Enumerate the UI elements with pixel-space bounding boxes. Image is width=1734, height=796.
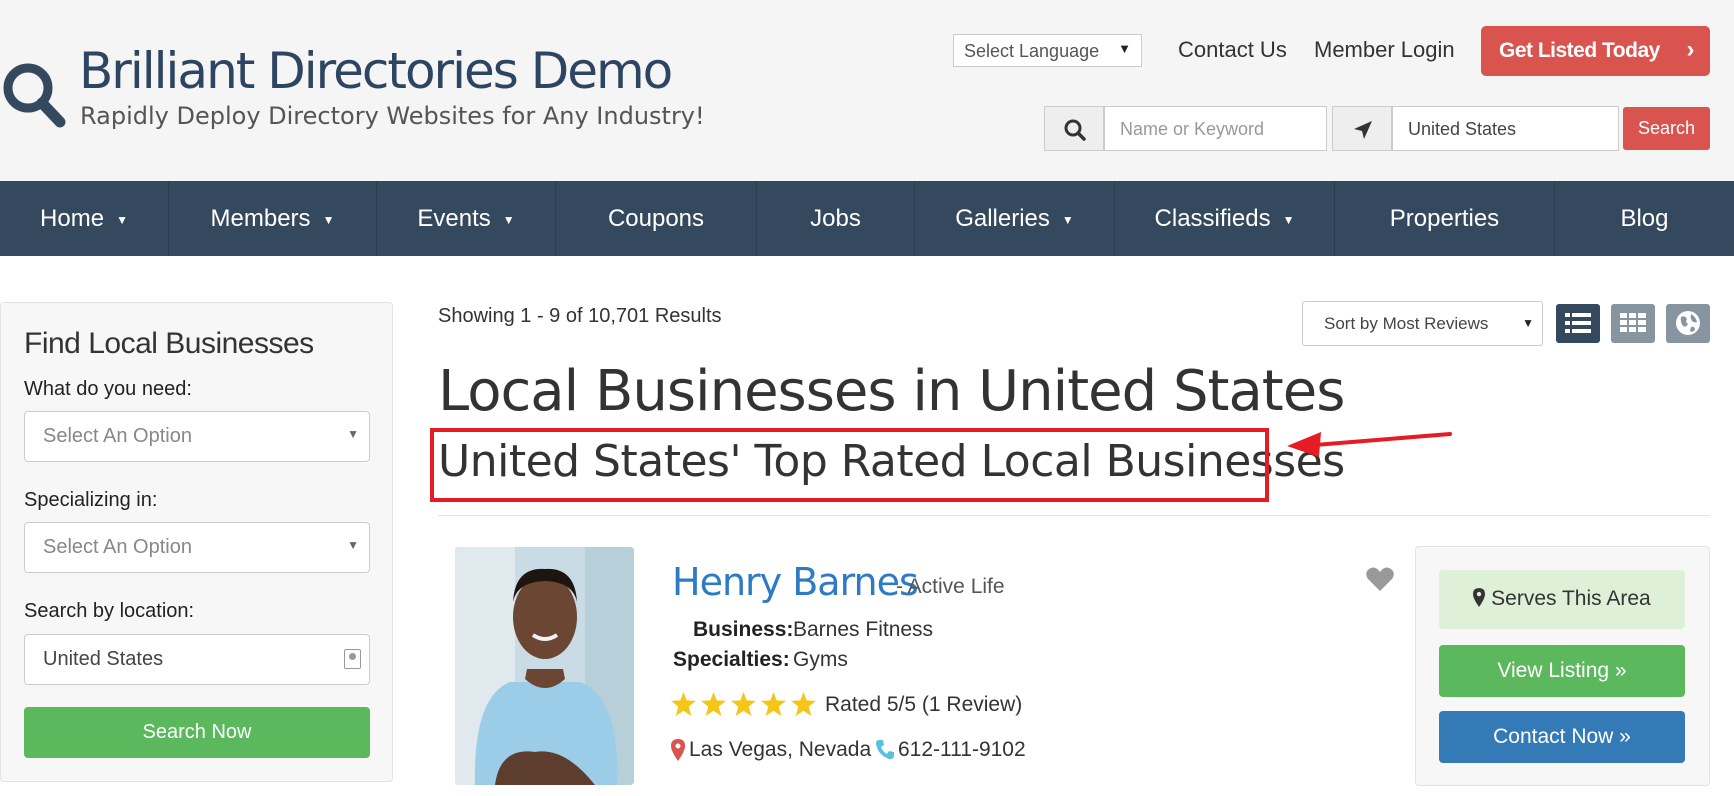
sort-select-value: Sort by Most Reviews [1324,314,1489,333]
listing-name-link[interactable]: Henry Barnes [672,560,919,604]
site-title[interactable]: Brilliant Directories Demo [79,42,673,100]
nav-item-members[interactable]: Members ▼ [169,181,377,256]
nav-item-label: Coupons [607,204,705,232]
caret-down-icon: ▼ [322,212,335,227]
contact-us-link[interactable]: Contact Us [1178,37,1287,63]
dropdown-arrow-icon: ▼ [1118,41,1131,56]
location-label: Search by location: [24,600,195,622]
map-view-button[interactable] [1666,304,1710,343]
map-marker-icon [1473,588,1486,607]
dropdown-arrow-icon: ▼ [1522,316,1534,330]
member-portrait-image [455,547,634,785]
keyword-search-addon [1044,106,1104,151]
nav-item-label: Members [210,204,311,232]
get-listed-button[interactable]: Get Listed Today › [1481,26,1710,76]
location-search-input[interactable]: United States [1392,106,1619,151]
need-select[interactable]: Select An Option ▼ [24,411,370,462]
nav-item-label: Events [417,204,491,232]
annotation-arrow-icon [1287,432,1452,457]
language-select-label: Select Language [964,41,1100,61]
grid-view-icon [1620,313,1646,332]
caret-down-icon: ▼ [1282,212,1295,227]
map-marker-icon [671,739,685,761]
site-header: Brilliant Directories Demo Rapidly Deplo… [0,0,1734,181]
search-icon [3,63,66,128]
nav-item-label: Properties [1389,204,1500,232]
nav-item-classifieds[interactable]: Classifieds ▼ [1115,181,1335,256]
contact-now-button[interactable]: Contact Now » [1439,711,1685,763]
caret-down-icon: ▼ [502,212,515,227]
sidebar-title: Find Local Businesses [24,327,314,360]
annotation-highlight-box [430,428,1269,502]
sort-select[interactable]: Sort by Most Reviews ▼ [1302,301,1543,346]
caret-down-icon: ▼ [1061,212,1074,227]
nav-item-properties[interactable]: Properties [1335,181,1555,256]
heart-icon[interactable] [1366,567,1394,591]
nav-item-coupons[interactable]: Coupons [556,181,757,256]
star-icon [761,692,786,716]
member-login-link[interactable]: Member Login [1314,37,1455,63]
location-input-value: United States [43,648,164,670]
nav-item-home[interactable]: Home ▼ [0,181,169,256]
site-tagline: Rapidly Deploy Directory Websites for An… [80,102,705,130]
star-icon [701,692,726,716]
serves-area-button[interactable]: Serves This Area [1439,570,1685,629]
specializing-select[interactable]: Select An Option ▼ [24,522,370,573]
specialties-value: Gyms [793,648,848,671]
nav-item-jobs[interactable]: Jobs [757,181,915,256]
nav-item-label: Jobs [810,204,861,232]
nav-item-blog[interactable]: Blog [1555,181,1734,256]
star-icon [671,692,696,716]
business-label: Business: [693,618,794,641]
rating-text: Rated 5/5 (1 Review) [825,693,1023,716]
grid-view-button[interactable] [1611,304,1655,343]
listing-phone[interactable]: 612-111-9102 [898,738,1026,762]
search-sidebar: Find Local Businesses What do you need: … [0,302,393,782]
location-search-addon [1332,106,1392,151]
business-value: Barnes Fitness [793,618,934,641]
listing-category: - Active Life [896,575,1005,598]
search-now-button[interactable]: Search Now [24,707,370,758]
page-heading: Local Businesses in United States [438,359,1345,424]
caret-down-icon: ▼ [116,212,128,227]
get-listed-label: Get Listed Today [1499,39,1660,62]
dropdown-arrow-icon: ▼ [347,538,359,552]
nav-item-label: Home [40,204,105,232]
nav-item-galleries[interactable]: Galleries ▼ [915,181,1115,256]
location-input[interactable]: United States [24,634,370,685]
contact-card-icon [344,649,361,669]
specialties-label: Specialties: [673,648,790,671]
chevron-right-icon: › [1686,36,1695,63]
results-count: Showing 1 - 9 of 10,701 Results [438,305,722,327]
need-select-value: Select An Option [43,425,192,447]
phone-icon [876,740,894,760]
need-label: What do you need: [24,378,192,400]
dropdown-arrow-icon: ▼ [347,427,359,441]
specializing-select-value: Select An Option [43,536,192,558]
globe-icon [1676,311,1700,335]
list-view-button[interactable] [1556,304,1600,343]
listing-location: Las Vegas, Nevada [689,738,872,761]
location-arrow-icon [1354,121,1372,139]
main-nav: Home ▼ Members ▼ Events ▼ Coupons Jobs Gall… [0,181,1734,256]
member-photo[interactable] [455,547,634,785]
star-icon [731,692,756,716]
nav-item-label: Blog [1620,204,1669,232]
magnifier-icon [1064,119,1086,141]
language-select[interactable]: Select Language ▼ [953,34,1142,67]
view-listing-button[interactable]: View Listing » [1439,645,1685,697]
keyword-search-input[interactable]: Name or Keyword [1104,106,1327,151]
section-divider [438,515,1710,516]
search-button[interactable]: Search [1623,107,1710,150]
list-view-icon [1565,313,1591,333]
rating-stars [671,692,816,716]
serves-area-label: Serves This Area [1491,587,1651,610]
nav-item-label: Galleries [955,204,1050,232]
nav-item-events[interactable]: Events ▼ [377,181,556,256]
nav-item-label: Classifieds [1154,204,1271,232]
specializing-label: Specializing in: [24,489,158,511]
star-icon [791,692,816,716]
